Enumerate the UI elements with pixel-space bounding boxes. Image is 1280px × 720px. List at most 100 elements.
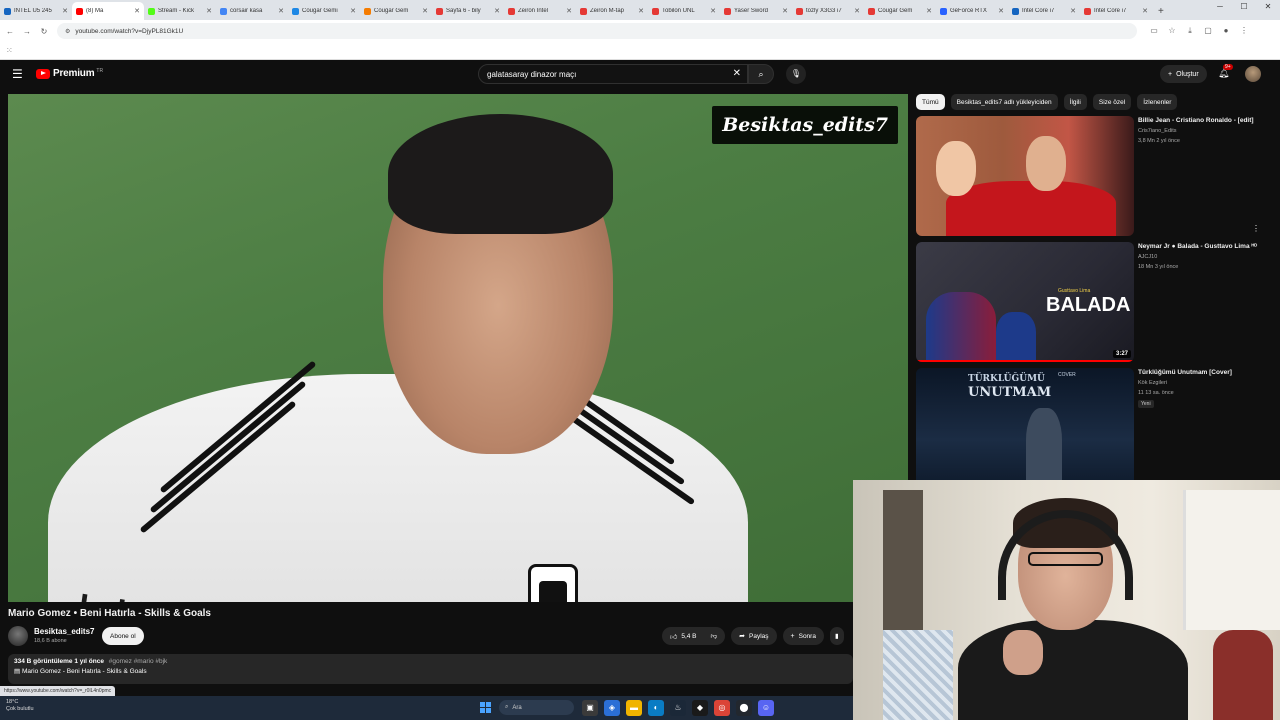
forward-icon[interactable]: → bbox=[20, 27, 34, 36]
browser-tab[interactable]: Cougar Gem ✕ bbox=[864, 2, 936, 20]
recommendation-item[interactable]: COVER TÜRKLÜĞÜMÜ UNUTMAM Türklüğümü Unut… bbox=[916, 368, 1266, 488]
file-explorer-icon[interactable]: ▬ bbox=[626, 700, 642, 716]
recommendation-title[interactable]: Neymar Jr ● Balada - Gusttavo Lima ᴴᴰ bbox=[1138, 243, 1266, 250]
extensions-icon[interactable]: ▢ bbox=[1199, 26, 1217, 36]
notifications-button[interactable]: 🔔︎ 9+ bbox=[1218, 64, 1233, 79]
voice-search-button[interactable]: 🎙︎ bbox=[786, 64, 806, 84]
browser-tab[interactable]: corsair kasa ✕ bbox=[216, 2, 288, 20]
description-box[interactable]: 334 B görüntüleme 1 yıl önce #gomez #mar… bbox=[8, 654, 853, 684]
share-button[interactable]: ➦ Paylaş bbox=[731, 627, 777, 645]
back-icon[interactable]: ← bbox=[3, 27, 17, 36]
tab-close-icon[interactable]: ✕ bbox=[782, 7, 788, 15]
recommendation-channel[interactable]: AJCJ10 bbox=[1138, 254, 1157, 260]
recommendation-title[interactable]: Türklüğümü Unutmam [Cover] bbox=[1138, 369, 1266, 376]
recommendation-channel[interactable]: Cris7iano_Edits bbox=[1138, 128, 1177, 134]
download-icon[interactable]: ⤓ bbox=[1181, 26, 1199, 36]
browser-tab[interactable]: Zeiron M-tap ✕ bbox=[576, 2, 648, 20]
browser-tab[interactable]: Sayfa 6 - bily ✕ bbox=[432, 2, 504, 20]
browser-tab[interactable]: tozly X3G3 i7 ✕ bbox=[792, 2, 864, 20]
task-view-icon[interactable]: ▣ bbox=[582, 700, 598, 716]
windows-start-icon[interactable] bbox=[480, 702, 491, 713]
views-and-date: 334 B görüntüleme 1 yıl önce bbox=[14, 658, 104, 665]
tab-close-icon[interactable]: ✕ bbox=[710, 7, 716, 15]
filter-chip[interactable]: İzlenenler bbox=[1137, 94, 1178, 110]
filter-chip[interactable]: İlgili bbox=[1063, 94, 1087, 110]
copilot-icon[interactable]: ◈ bbox=[604, 700, 620, 716]
site-info-icon[interactable]: ⚙ bbox=[65, 28, 70, 35]
edge-icon[interactable]: ◐ bbox=[648, 700, 664, 716]
browser-tab[interactable]: Intel Core i7 ✕ bbox=[1008, 2, 1080, 20]
weather-widget[interactable]: 18°C Çok bulutlu bbox=[6, 699, 34, 713]
browser-tab[interactable]: Intel Core i7 ✕ bbox=[1080, 2, 1152, 20]
reload-icon[interactable]: ↻ bbox=[37, 27, 51, 36]
more-actions-button[interactable]: ▮ bbox=[829, 627, 844, 645]
profile-avatar-icon[interactable]: ● bbox=[1217, 26, 1235, 36]
tab-close-icon[interactable]: ✕ bbox=[350, 7, 356, 15]
tab-close-icon[interactable]: ✕ bbox=[134, 7, 140, 15]
tab-close-icon[interactable]: ✕ bbox=[278, 7, 284, 15]
browser-tab[interactable]: Cougar Gem ✕ bbox=[360, 2, 432, 20]
tab-close-icon[interactable]: ✕ bbox=[566, 7, 572, 15]
close-window-icon[interactable]: ✕ bbox=[1256, 2, 1280, 11]
minimize-icon[interactable]: ─ bbox=[1208, 2, 1232, 11]
browser-tab[interactable]: Tobilon UNL ✕ bbox=[648, 2, 720, 20]
video-thumbnail[interactable]: COVER TÜRKLÜĞÜMÜ UNUTMAM bbox=[916, 368, 1134, 488]
bookmark-star-icon[interactable]: ☆ bbox=[1163, 26, 1181, 36]
recommendation-title[interactable]: Billie Jean - Cristiano Ronaldo - [edit] bbox=[1138, 117, 1266, 124]
chrome-icon[interactable]: ◎ bbox=[714, 700, 730, 716]
channel-avatar[interactable] bbox=[8, 626, 28, 646]
tab-close-icon[interactable]: ✕ bbox=[62, 7, 68, 15]
github-icon[interactable]: ⬤ bbox=[736, 700, 752, 716]
browser-tab[interactable]: (8) Ma ✕ bbox=[72, 2, 144, 20]
epic-games-icon[interactable]: ◆ bbox=[692, 700, 708, 716]
maximize-icon[interactable]: ☐ bbox=[1232, 2, 1256, 11]
tab-label: INTEL U5 245 bbox=[14, 8, 52, 14]
recommendation-item[interactable]: Gusttavo Lima BALADA 3:27 Neymar Jr ● Ba… bbox=[916, 242, 1266, 362]
tab-close-icon[interactable]: ✕ bbox=[854, 7, 860, 15]
like-button[interactable]: 👍︎ 5,4 B 👎︎ bbox=[662, 627, 726, 645]
new-tab-button[interactable]: + bbox=[1152, 2, 1170, 20]
browser-tab[interactable]: Stream - Kick ✕ bbox=[144, 2, 216, 20]
filter-chip[interactable]: Tümü bbox=[916, 94, 945, 110]
recommendation-item[interactable]: Billie Jean - Cristiano Ronaldo - [edit]… bbox=[916, 116, 1266, 236]
tab-close-icon[interactable]: ✕ bbox=[638, 7, 644, 15]
recommendation-channel[interactable]: Kök Ezgileri bbox=[1138, 380, 1167, 386]
cast-icon[interactable]: ▭ bbox=[1145, 26, 1163, 36]
tab-close-icon[interactable]: ✕ bbox=[1070, 7, 1076, 15]
steam-icon[interactable]: ♨ bbox=[670, 700, 686, 716]
menu-hamburger-icon[interactable]: ☰ bbox=[12, 67, 23, 81]
url-input[interactable]: ⚙ youtube.com/watch?v=DjyPL81Gk1U bbox=[57, 23, 1137, 39]
browser-tab[interactable]: INTEL U5 245 ✕ bbox=[0, 2, 72, 20]
taskbar-search-input[interactable]: ⌕ Ara bbox=[499, 700, 574, 715]
tab-close-icon[interactable]: ✕ bbox=[422, 7, 428, 15]
video-thumbnail[interactable]: Gusttavo Lima BALADA 3:27 bbox=[916, 242, 1134, 362]
menu-dots-icon[interactable]: ⋮ bbox=[1235, 26, 1253, 36]
filter-chip[interactable]: Size özel bbox=[1092, 94, 1132, 110]
filter-chip[interactable]: Besiktas_edits7 adlı yükleyiciden bbox=[950, 94, 1058, 110]
clear-search-icon[interactable]: ✕ bbox=[733, 68, 741, 79]
tab-close-icon[interactable]: ✕ bbox=[1142, 7, 1148, 15]
more-options-icon[interactable]: ⋮ bbox=[1252, 224, 1260, 233]
hashtags[interactable]: #gomez #mario #bjk bbox=[109, 658, 168, 665]
create-button[interactable]: + Oluştur bbox=[1160, 65, 1207, 83]
browser-tab[interactable]: GeForce RTX ✕ bbox=[936, 2, 1008, 20]
apps-grid-icon[interactable]: ⁙ bbox=[6, 46, 13, 55]
browser-tab[interactable]: Zeiron Intel ✕ bbox=[504, 2, 576, 20]
save-button[interactable]: + Sonra bbox=[782, 627, 824, 645]
discord-icon[interactable]: ☺ bbox=[758, 700, 774, 716]
tab-close-icon[interactable]: ✕ bbox=[998, 7, 1004, 15]
search-button[interactable]: ⌕ bbox=[748, 64, 774, 84]
video-player[interactable]: kalde adidas Besiktas_edits7 bbox=[8, 94, 908, 602]
search-input[interactable]: galatasaray dinazor maçı ✕ bbox=[478, 64, 748, 84]
channel-name[interactable]: Besiktas_edits7 bbox=[34, 627, 94, 636]
youtube-logo[interactable]: Premium TR bbox=[36, 68, 103, 79]
dislike-icon[interactable]: 👎︎ bbox=[711, 632, 718, 640]
browser-tab[interactable]: Cougar Gemi ✕ bbox=[288, 2, 360, 20]
video-thumbnail[interactable] bbox=[916, 116, 1134, 236]
browser-tab[interactable]: Yaser Sword ✕ bbox=[720, 2, 792, 20]
subscribe-button[interactable]: Abone ol bbox=[102, 627, 144, 645]
tab-close-icon[interactable]: ✕ bbox=[494, 7, 500, 15]
account-avatar[interactable] bbox=[1245, 66, 1261, 82]
tab-close-icon[interactable]: ✕ bbox=[206, 7, 212, 15]
tab-close-icon[interactable]: ✕ bbox=[926, 7, 932, 15]
